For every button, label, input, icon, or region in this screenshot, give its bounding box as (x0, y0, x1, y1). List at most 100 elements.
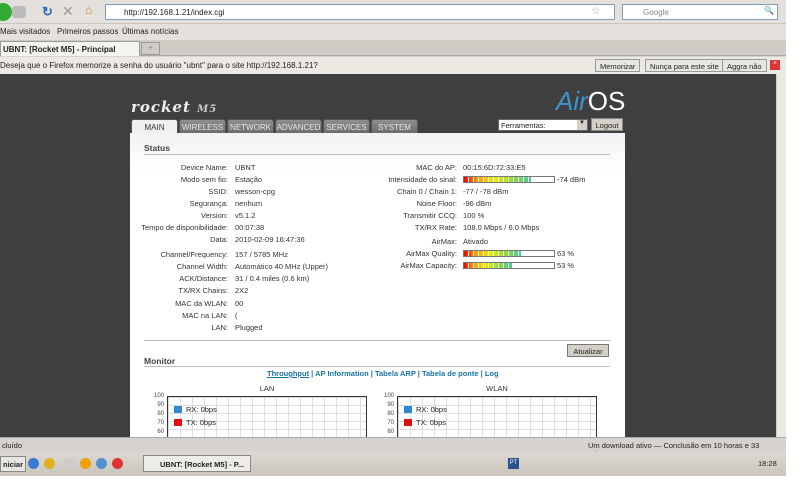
status-label: Transmitir CCQ: (403, 211, 457, 220)
signal-bar (463, 250, 555, 257)
status-value: UBNT (235, 163, 256, 172)
close-notification-icon[interactable]: × (770, 60, 780, 70)
monitor-heading: Monitor (144, 356, 176, 366)
chart-plot-area (397, 396, 597, 437)
back-button[interactable] (0, 3, 12, 21)
tab-system[interactable]: SYSTEM (371, 119, 418, 133)
status-label: Channel/Frequency: (160, 250, 228, 259)
tx-swatch (174, 419, 182, 426)
remember-button[interactable]: Memorizar (595, 59, 641, 72)
y-tick-label: 80 (387, 411, 394, 417)
link-arp-table[interactable]: Tabela ARP (375, 369, 416, 378)
link-bridge-table[interactable]: Tabela de ponte (422, 369, 479, 378)
home-icon[interactable]: ⌂ (85, 3, 92, 17)
legend-tx: TX: 0bps (174, 418, 216, 427)
url-text: http://192.168.1.21/index.cgi (124, 8, 225, 17)
bookmark-most-visited[interactable]: Mais visitados (0, 27, 50, 36)
stop-icon[interactable]: ✕ (62, 3, 74, 20)
status-value: -96 dBm (463, 199, 492, 208)
y-tick-label: 60 (387, 429, 394, 435)
search-icon[interactable]: 🔍 (764, 6, 774, 15)
y-tick-label: 70 (157, 420, 164, 426)
signal-bar (463, 176, 555, 183)
desktop-icon[interactable] (64, 458, 75, 469)
tools-select[interactable]: Ferramentas: ▼ (498, 119, 588, 131)
new-tab-button[interactable]: + (141, 42, 160, 55)
signal-bar-fill (464, 263, 512, 268)
bookmark-getting-started[interactable]: Primeiros passos (57, 27, 118, 36)
monitor-links: Throughput | AP Information | Tabela ARP… (267, 369, 499, 378)
url-input[interactable]: http://192.168.1.21/index.cgi ☆ (105, 4, 615, 20)
chart-title-lan: LAN (259, 384, 275, 393)
status-value: Automático 40 MHz (Upper) (235, 262, 328, 271)
y-tick-label: 100 (383, 393, 394, 399)
status-label: SSID: (208, 187, 228, 196)
media-player-icon[interactable] (80, 458, 91, 469)
ie-icon[interactable] (28, 458, 39, 469)
divider (144, 366, 610, 367)
status-value: v5.1.2 (235, 211, 256, 220)
tx-swatch (404, 419, 412, 426)
status-value: Plugged (235, 323, 263, 332)
status-label: MAC na LAN: (182, 311, 228, 320)
status-value: 31 / 0.4 miles (0.6 km) (235, 274, 310, 283)
link-ap-information[interactable]: AP Information (315, 369, 369, 378)
rocket-m5-logo: rocket M5 (131, 98, 218, 116)
explorer-icon[interactable] (96, 458, 107, 469)
navigation-toolbar: ↻ ✕ ⌂ http://192.168.1.21/index.cgi ☆ Goo… (0, 0, 786, 24)
legend-tx-label: TX: 0bps (186, 418, 217, 427)
tools-select-value: Ferramentas: (501, 121, 546, 130)
signal-bar-fill (464, 251, 521, 256)
status-value: 2010-02-09 16:47:36 (235, 235, 305, 244)
status-value: nenhum (235, 199, 263, 208)
y-tick-label: 80 (157, 411, 164, 417)
tab-wireless[interactable]: WIRELESS (179, 119, 226, 133)
clock: 18:28 (758, 459, 777, 468)
taskbar-window-button[interactable]: UBNT: [Rocket M5] - P... (143, 455, 251, 472)
tab-main[interactable]: MAIN (131, 119, 178, 133)
bookmark-latest-news[interactable]: Últimas notícias (122, 27, 178, 36)
status-value: -77 / -78 dBm (463, 187, 509, 196)
quicklaunch-icon[interactable] (44, 458, 55, 469)
tab-services[interactable]: SERVICES (323, 119, 370, 133)
link-throughput[interactable]: Throughput (267, 369, 309, 378)
status-value: wesson-cpg (235, 187, 276, 196)
never-for-site-button[interactable]: Nunça para este site (645, 59, 724, 72)
status-label: TX/RX Chains: (178, 286, 228, 295)
forward-button[interactable] (12, 6, 26, 18)
tab-advanced[interactable]: ADVANCED (275, 119, 322, 133)
reload-icon[interactable]: ↻ (42, 4, 53, 20)
bookmark-star-icon[interactable]: ☆ (591, 6, 600, 17)
tab-ubnt[interactable]: UBNT: [Rocket M5] - Principal (0, 41, 140, 56)
status-label: MAC da WLAN: (175, 299, 228, 308)
not-now-button[interactable]: Aggra não (722, 59, 767, 72)
y-tick-label: 70 (387, 420, 394, 426)
legend-rx: RX: 0bps (404, 405, 447, 414)
start-button[interactable]: niciar (0, 456, 27, 472)
search-input[interactable]: Google 🔍 (622, 4, 778, 20)
status-label: AirMax Quality: (406, 249, 457, 258)
legend-tx-label: TX: 0bps (416, 418, 447, 427)
chevron-down-icon: ▼ (577, 120, 587, 130)
refresh-button[interactable]: Atualizar (567, 344, 609, 357)
status-label: AirMax: (431, 237, 457, 246)
vertical-scrollbar[interactable] (776, 74, 786, 437)
rx-swatch (174, 406, 182, 413)
y-tick-label: 90 (157, 402, 164, 408)
logout-button[interactable]: Logout (591, 118, 623, 131)
status-label: TX/RX Rate: (414, 223, 457, 232)
status-label: Tempo de disponibilidade: (141, 223, 228, 232)
chart-plot-area (167, 396, 367, 437)
link-log[interactable]: Log (485, 369, 499, 378)
firefox-icon[interactable] (112, 458, 123, 469)
y-tick-label: 90 (387, 402, 394, 408)
status-value: 53 % (557, 261, 575, 270)
password-prompt-text: Deseja que o Firefox memorize a senha do… (0, 61, 318, 70)
status-label: ACK/Distance: (179, 274, 228, 283)
tab-network[interactable]: NETWORK (227, 119, 274, 133)
tab-strip: UBNT: [Rocket M5] - Principal + (0, 40, 786, 56)
status-label: Modo sem fio: (180, 175, 228, 184)
status-value: 108.0 Mbps / 6.0 Mbps (463, 223, 540, 232)
language-indicator[interactable]: PT (508, 458, 519, 469)
status-label: Noise Floor: (416, 199, 457, 208)
